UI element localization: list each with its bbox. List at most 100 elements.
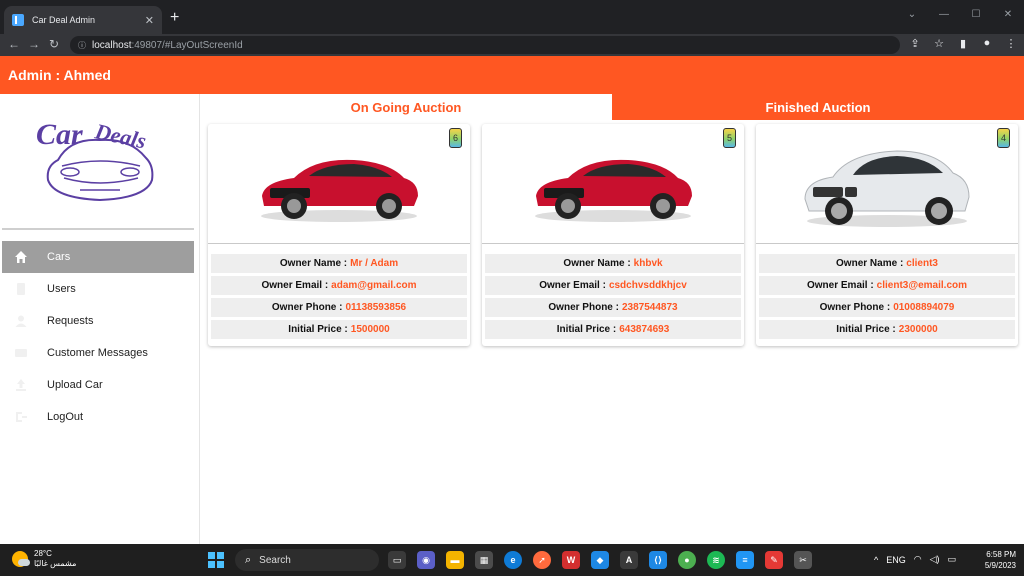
wps-office-icon[interactable]: W [562,551,580,569]
edge-icon[interactable]: e [504,551,522,569]
suv-car-icon [804,149,970,227]
sidebar-item-label: Users [47,283,76,295]
taskbar: 28°C مشمس غالبًا ⌕ Search ▭ ◉ ▬ ▦ e ➚ W … [0,544,1024,576]
side-panel-icon[interactable]: ▮ [956,37,970,50]
close-tab-icon[interactable]: ✕ [145,14,154,27]
initial-price-row: Initial Price :643874693 [485,320,741,339]
sidebar-item-label: Cars [47,251,71,263]
taskbar-apps: ▭ ◉ ▬ ▦ e ➚ W ◆ A ⟨⟩ ● ≋ ≡ ✎ ✂ [388,551,812,569]
task-view-icon[interactable]: ▭ [388,551,406,569]
tab-finished-auction[interactable]: Finished Auction [612,94,1024,120]
sidebar-item-requests[interactable]: Requests [2,305,194,337]
owner-details: Owner Name : khbvk Owner Email : csdchvsdd… [485,254,741,342]
language-indicator[interactable]: ENG [886,555,906,565]
store-icon[interactable]: ▦ [475,551,493,569]
url-text: localhost:49807/#LayOutScreenId [92,39,243,51]
owner-phone-value: 01008894079 [893,302,955,313]
logo-text-deals: Deals [92,118,148,153]
chevron-up-icon[interactable]: ^ [874,555,878,565]
flutter-app-icon[interactable]: ◆ [591,551,609,569]
chrome-icon[interactable]: ● [678,551,696,569]
car-card-grid: 6 Owner Name : Mr / Adam Owner Email : ada… [208,124,1018,346]
spotify-icon[interactable]: ≋ [707,551,725,569]
car-card[interactable]: 6 Owner Name : Mr / Adam Owner Email : ada… [208,124,470,346]
auction-tabs: On Going Auction Finished Auction [200,94,1024,120]
taskbar-search[interactable]: ⌕ Search [235,549,379,571]
bookmark-star-icon[interactable]: ☆ [932,37,946,50]
sidebar-item-label: Upload Car [47,379,103,391]
car-card[interactable]: 5 Owner Name : khbvk Owner Email : csdchvs… [482,124,744,346]
minimize-icon[interactable]: — [928,0,960,28]
owner-email-row: Owner Email : adam@gmail.com [211,276,467,295]
reload-icon[interactable]: ↻ [46,37,62,51]
owner-details: Owner Name : client3 Owner Email : client3… [759,254,1015,342]
snipping-tool-icon[interactable]: ✂ [794,551,812,569]
weather-widget[interactable]: 28°C مشمس غالبًا [12,549,76,569]
chevron-down-icon[interactable]: ⌄ [896,0,928,28]
windows-start-icon[interactable] [208,552,224,568]
owner-name-row: Owner Name : client3 [759,254,1015,273]
maximize-icon[interactable]: ☐ [960,0,992,28]
initial-price-row: Initial Price :2300000 [759,320,1015,339]
browser-tab-title: Car Deal Admin [32,15,96,25]
tab-ongoing-auction[interactable]: On Going Auction [200,94,612,120]
owner-phone-row: Owner Phone :2387544873 [485,298,741,317]
address-bar[interactable]: ⓘ localhost:49807/#LayOutScreenId [70,36,900,54]
bid-count-badge: 5 [723,128,736,148]
browser-tab-strip: Car Deal Admin ✕ + ⌄ — ☐ ✕ [0,0,1024,34]
share-icon[interactable]: ⇪ [908,37,922,50]
vscode-icon[interactable]: ⟨⟩ [649,551,667,569]
user-list-icon [14,282,28,296]
back-icon[interactable]: ← [6,37,22,51]
sidebar-item-label: Customer Messages [47,347,148,359]
car-card[interactable]: 4 Owner Name : client3 Owner Email : clien… [756,124,1018,346]
profile-icon[interactable]: ● [980,37,994,50]
owner-email-value: csdchvsddkhjcv [608,280,687,291]
car-image: 5 [482,124,744,244]
wifi-icon[interactable]: ◠ [914,554,922,565]
owner-phone-row: Owner Phone :01138593856 [211,298,467,317]
owner-name-value: Mr / Adam [350,258,399,269]
file-explorer-icon[interactable]: ▬ [446,551,464,569]
browser-tab[interactable]: Car Deal Admin ✕ [4,6,162,34]
info-icon[interactable]: ⓘ [78,40,86,51]
sedan-car-icon [261,159,418,222]
battery-icon[interactable]: ▭ [948,554,957,565]
volume-icon[interactable]: ◁) [930,554,940,565]
person-icon [14,314,28,328]
bid-count-badge: 4 [997,128,1010,148]
page-title: Admin : Ahmed [8,67,111,83]
sidebar-item-label: LogOut [47,411,84,423]
sidebar-item-cars[interactable]: Cars [2,241,194,273]
app-viewport: Admin : Ahmed Car Deals Cars Users Reque… [0,56,1024,544]
sidebar-menu: Cars Users Requests Customer Messages Up… [2,241,194,433]
flutter-favicon-icon [12,14,24,26]
sidebar-item-upload-car[interactable]: Upload Car [2,369,194,401]
home-icon [14,250,28,264]
postman-icon[interactable]: ➚ [533,551,551,569]
new-tab-icon[interactable]: + [170,9,179,27]
notepad-icon[interactable]: ≡ [736,551,754,569]
owner-name-value: client3 [906,258,938,269]
sidebar-item-logout[interactable]: LogOut [2,401,194,433]
initial-price-value: 1500000 [350,324,390,335]
car-image: 4 [756,124,1018,244]
system-tray: ^ ENG ◠ ◁) ▭ [874,554,956,565]
owner-email-row: Owner Email : csdchvsddkhjcv [485,276,741,295]
sidebar-item-customer-messages[interactable]: Customer Messages [2,337,194,369]
owner-email-value: client3@email.com [876,280,968,291]
owner-phone-row: Owner Phone :01008894079 [759,298,1015,317]
sidebar-item-label: Requests [47,315,94,327]
initial-price-value: 2300000 [898,324,938,335]
close-window-icon[interactable]: ✕ [992,0,1024,28]
sidebar: Car Deals Cars Users Requests Customer M… [0,94,200,544]
sidebar-item-users[interactable]: Users [2,273,194,305]
more-menu-icon[interactable]: ⋮ [1004,37,1018,50]
forward-icon[interactable]: → [26,37,42,51]
paint-icon[interactable]: ✎ [765,551,783,569]
initial-price-value: 643874693 [619,324,670,335]
taskbar-clock[interactable]: 6:58 PM 5/9/2023 [985,549,1016,571]
chat-icon[interactable]: ◉ [417,551,435,569]
owner-phone-value: 01138593856 [345,302,407,313]
android-studio-icon[interactable]: A [620,551,638,569]
